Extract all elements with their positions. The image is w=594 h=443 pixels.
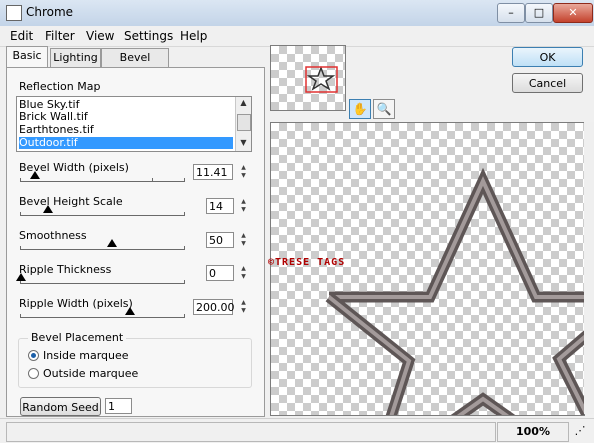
inside-marquee-label[interactable]: Inside marquee — [43, 349, 129, 362]
bevel-width-input[interactable]: 11.41 — [193, 164, 233, 180]
minimize-button[interactable]: – — [497, 3, 525, 23]
bevel-height-scale-slider-thumb[interactable] — [43, 205, 53, 213]
menu-settings[interactable]: Settings — [124, 29, 173, 43]
random-seed-button[interactable]: Random Seed — [20, 397, 101, 416]
close-button[interactable]: ✕ — [553, 3, 593, 23]
bevel-height-scale-spinner[interactable]: ▲ ▼ — [237, 198, 250, 214]
watermark: ©TRESE TAGS — [268, 257, 346, 268]
bevel-width-slider-thumb[interactable] — [30, 171, 40, 179]
bevel-width-spinner[interactable]: ▲ ▼ — [237, 164, 250, 180]
list-item[interactable]: Brick Wall.tif — [19, 111, 233, 123]
outside-marquee-radio[interactable] — [28, 368, 39, 379]
menu-bar: Edit Filter View Settings Help — [0, 26, 594, 47]
ripple-width-input[interactable]: 200.00 — [193, 299, 235, 315]
thumbnail-preview[interactable] — [270, 45, 346, 111]
smoothness-spinner[interactable]: ▲ ▼ — [237, 232, 250, 248]
preview-star — [325, 167, 584, 415]
ripple-width-label: Ripple Width (pixels) — [19, 297, 133, 310]
smoothness-slider[interactable] — [20, 239, 185, 250]
tab-lighting[interactable]: Lighting — [50, 48, 101, 67]
ripple-thickness-slider-thumb[interactable] — [16, 273, 26, 281]
menu-edit[interactable]: Edit — [10, 29, 33, 43]
smoothness-input[interactable]: 50 — [206, 232, 234, 248]
status-bar: 100% ⋰ — [0, 418, 594, 443]
magnifier-icon[interactable]: 🔍 — [373, 99, 395, 119]
reflection-map-list[interactable]: Blue Sky.tif Brick Wall.tif Earthtones.t… — [16, 96, 252, 152]
ok-button[interactable]: OK — [512, 47, 583, 67]
random-seed-input[interactable]: 1 — [105, 398, 132, 414]
hand-icon[interactable]: ✋ — [349, 99, 371, 119]
outside-marquee-label[interactable]: Outside marquee — [43, 367, 138, 380]
ripple-thickness-spinner[interactable]: ▲ ▼ — [237, 265, 250, 281]
scroll-thumb[interactable] — [237, 114, 251, 131]
thumbnail-star — [305, 65, 338, 93]
bevel-placement-group — [18, 338, 252, 388]
bevel-height-scale-slider[interactable] — [20, 205, 185, 216]
list-scrollbar[interactable]: ▲ ▼ — [235, 97, 251, 151]
title-bar: Chrome – □ ✕ — [0, 0, 594, 27]
app-icon — [6, 5, 22, 21]
cancel-button[interactable]: Cancel — [512, 73, 583, 93]
status-message — [6, 422, 496, 442]
resize-grip-icon[interactable]: ⋰ — [570, 422, 590, 440]
ripple-thickness-label: Ripple Thickness — [19, 263, 112, 276]
smoothness-slider-thumb[interactable] — [107, 239, 117, 247]
scroll-down-icon[interactable]: ▼ — [236, 137, 251, 149]
bevel-height-scale-input[interactable]: 14 — [206, 198, 234, 214]
list-item-selected[interactable]: Outdoor.tif — [19, 137, 233, 149]
ripple-width-spinner[interactable]: ▲ ▼ — [237, 299, 250, 315]
ripple-thickness-input[interactable]: 0 — [206, 265, 234, 281]
ripple-thickness-slider[interactable] — [16, 273, 185, 284]
ripple-width-slider-thumb[interactable] — [125, 307, 135, 315]
tab-bevel-profile[interactable]: Bevel Profile — [101, 48, 169, 82]
bevel-placement-label: Bevel Placement — [28, 331, 127, 344]
preview-scrollbar[interactable] — [584, 122, 594, 414]
menu-help[interactable]: Help — [180, 29, 207, 43]
bevel-height-scale-label: Bevel Height Scale — [19, 195, 123, 208]
smoothness-label: Smoothness — [19, 229, 87, 242]
window-title: Chrome — [26, 5, 74, 19]
scroll-up-icon[interactable]: ▲ — [236, 97, 251, 109]
inside-marquee-radio[interactable] — [28, 350, 39, 361]
menu-view[interactable]: View — [86, 29, 114, 43]
ripple-width-slider[interactable] — [20, 307, 185, 318]
zoom-level: 100% — [497, 422, 569, 442]
tab-basic[interactable]: Basic — [6, 46, 48, 68]
chrome-dialog: Chrome – □ ✕ Edit Filter View Settings H… — [0, 0, 594, 443]
main-preview[interactable] — [270, 122, 585, 416]
bevel-width-slider[interactable] — [20, 171, 185, 182]
reflection-map-label: Reflection Map — [19, 80, 101, 93]
menu-filter[interactable]: Filter — [45, 29, 75, 43]
maximize-button[interactable]: □ — [525, 3, 553, 23]
list-item[interactable]: Earthtones.tif — [19, 124, 233, 136]
